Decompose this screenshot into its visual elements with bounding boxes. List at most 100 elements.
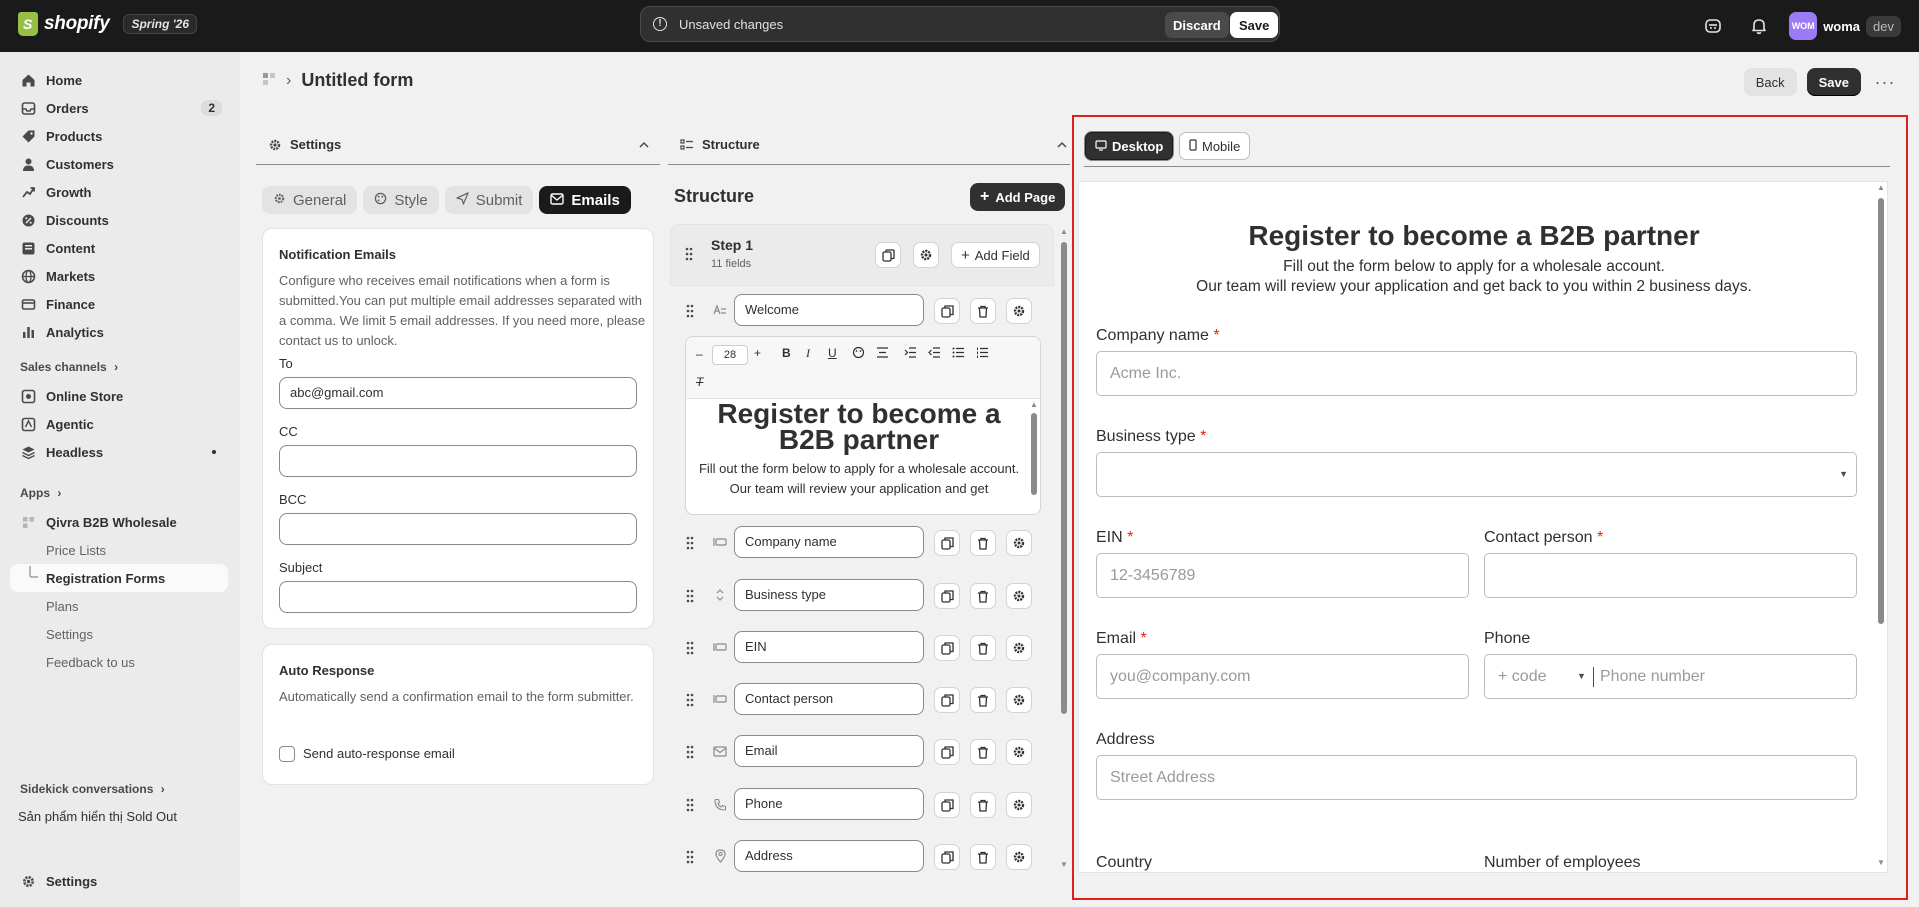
duplicate-icon[interactable] (875, 242, 901, 268)
align-center-icon[interactable] (876, 347, 889, 361)
to-email-input[interactable]: abc@gmail.com (279, 377, 637, 409)
scroll-up-icon[interactable]: ▲ (1877, 183, 1885, 192)
editor-text[interactable]: Fill out the form below to apply for a w… (696, 459, 1022, 499)
sidebar-item-products[interactable]: Products (10, 122, 228, 150)
phone-number-input[interactable]: Phone number (1600, 655, 1705, 698)
subject-input[interactable] (279, 581, 637, 613)
trash-icon[interactable] (970, 583, 996, 609)
numbered-list-icon[interactable] (976, 347, 989, 361)
auto-response-checkbox[interactable] (279, 746, 295, 762)
cc-email-input[interactable] (279, 445, 637, 477)
chevron-up-icon[interactable] (1056, 139, 1068, 151)
sidebar-item-discounts[interactable]: Discounts (10, 206, 228, 234)
sidebar-item-agentic[interactable]: Agentic (10, 410, 228, 438)
sidekick-conversation-item[interactable]: Sản phẩm hiển thị Sold Out (18, 809, 177, 824)
duplicate-icon[interactable] (934, 687, 960, 713)
sidebar-item-headless[interactable]: Headless (10, 438, 228, 466)
structure-scroll-thumb[interactable] (1061, 242, 1067, 714)
drag-handle-icon[interactable] (686, 745, 694, 759)
contact-person-input[interactable] (1484, 553, 1857, 598)
duplicate-icon[interactable] (934, 844, 960, 870)
sidebar-item-finance[interactable]: Finance (10, 290, 228, 318)
drag-handle-icon[interactable] (686, 589, 694, 603)
bcc-email-input[interactable] (279, 513, 637, 545)
sidekick-icon[interactable] (1697, 10, 1729, 42)
more-actions-icon[interactable]: ··· (1871, 72, 1899, 93)
scroll-up-icon[interactable]: ▲ (1060, 227, 1068, 236)
sidebar-subitem-settings[interactable]: Settings (10, 620, 228, 648)
scroll-up-icon[interactable]: ▲ (1030, 400, 1038, 409)
scroll-down-icon[interactable]: ▼ (1060, 860, 1068, 869)
field-name-input[interactable]: Company name (734, 526, 924, 558)
italic-icon[interactable]: I (806, 346, 810, 361)
sidebar-item-home[interactable]: Home (10, 66, 228, 94)
duplicate-icon[interactable] (934, 298, 960, 324)
app-icon[interactable] (262, 72, 276, 89)
tab-emails[interactable]: Emails (539, 186, 631, 214)
sidebar-item-app[interactable]: Qivra B2B Wholesale (10, 508, 228, 536)
bell-icon[interactable] (1743, 10, 1775, 42)
save-button[interactable]: Save (1806, 68, 1861, 96)
increase-size-icon[interactable]: + (754, 346, 761, 360)
trash-icon[interactable] (970, 687, 996, 713)
tab-general[interactable]: General (262, 186, 358, 214)
sidebar-item-analytics[interactable]: Analytics (10, 318, 228, 346)
field-name-input[interactable]: Email (734, 735, 924, 767)
sidebar-item-growth[interactable]: Growth (10, 178, 228, 206)
save-changes-button[interactable]: Save (1230, 12, 1279, 38)
gear-icon[interactable] (1006, 635, 1032, 661)
add-page-button[interactable]: + Add Page (970, 183, 1066, 211)
sidebar-subitem-plans[interactable]: Plans (10, 592, 228, 620)
mobile-view-button[interactable]: Mobile (1179, 132, 1251, 160)
drag-handle-icon[interactable] (686, 693, 694, 707)
clear-format-icon[interactable]: T (696, 375, 703, 389)
drag-handle-icon[interactable] (686, 850, 694, 864)
sidebar-item-markets[interactable]: Markets (10, 262, 228, 290)
bold-icon[interactable]: B (782, 346, 791, 360)
editor-scroll-thumb[interactable] (1031, 413, 1037, 495)
field-name-input[interactable]: Welcome (734, 294, 924, 326)
drag-handle-icon[interactable] (686, 641, 694, 655)
sidebar-subitem-feedback[interactable]: Feedback to us (10, 648, 228, 676)
field-name-input[interactable]: Address (734, 840, 924, 872)
indent-icon[interactable] (904, 347, 917, 361)
trash-icon[interactable] (970, 739, 996, 765)
gear-icon[interactable] (1006, 844, 1032, 870)
underline-icon[interactable]: U (828, 346, 837, 360)
drag-handle-icon[interactable] (686, 536, 694, 550)
sidebar-subitem-price-lists[interactable]: Price Lists (10, 536, 228, 564)
drag-handle-icon[interactable] (686, 304, 694, 318)
duplicate-icon[interactable] (934, 792, 960, 818)
tab-style[interactable]: Style (363, 186, 439, 214)
email-input[interactable]: you@company.com (1096, 654, 1469, 699)
sidebar-item-settings[interactable]: Settings (10, 867, 228, 895)
sidebar-item-customers[interactable]: Customers (10, 150, 228, 178)
duplicate-icon[interactable] (934, 635, 960, 661)
scroll-down-icon[interactable]: ▼ (1877, 858, 1885, 867)
auto-response-checkbox-label[interactable]: Send auto-response email (303, 746, 455, 761)
sidebar-item-content[interactable]: Content (10, 234, 228, 262)
sidekick-heading[interactable]: Sidekick conversations › (20, 782, 165, 796)
trash-icon[interactable] (970, 844, 996, 870)
duplicate-icon[interactable] (934, 583, 960, 609)
trash-icon[interactable] (970, 635, 996, 661)
color-icon[interactable] (852, 346, 865, 362)
gear-icon[interactable] (1006, 583, 1032, 609)
chevron-up-icon[interactable] (638, 139, 650, 151)
gear-icon[interactable] (1006, 739, 1032, 765)
settings-panel-header[interactable]: Settings (256, 125, 660, 165)
outdent-icon[interactable] (928, 347, 941, 361)
duplicate-icon[interactable] (934, 530, 960, 556)
drag-handle-icon[interactable] (685, 247, 693, 261)
address-input[interactable]: Street Address (1096, 755, 1857, 800)
phone-code-select[interactable]: + code (1498, 655, 1546, 698)
gear-icon[interactable] (1006, 687, 1032, 713)
add-field-button[interactable]: + Add Field (951, 242, 1040, 268)
trash-icon[interactable] (970, 792, 996, 818)
company-name-input[interactable]: Acme Inc. (1096, 351, 1857, 396)
sidebar-item-online-store[interactable]: Online Store (10, 382, 228, 410)
trash-icon[interactable] (970, 298, 996, 324)
back-button[interactable]: Back (1743, 68, 1797, 96)
duplicate-icon[interactable] (934, 739, 960, 765)
preview-scroll-thumb[interactable] (1878, 198, 1884, 624)
